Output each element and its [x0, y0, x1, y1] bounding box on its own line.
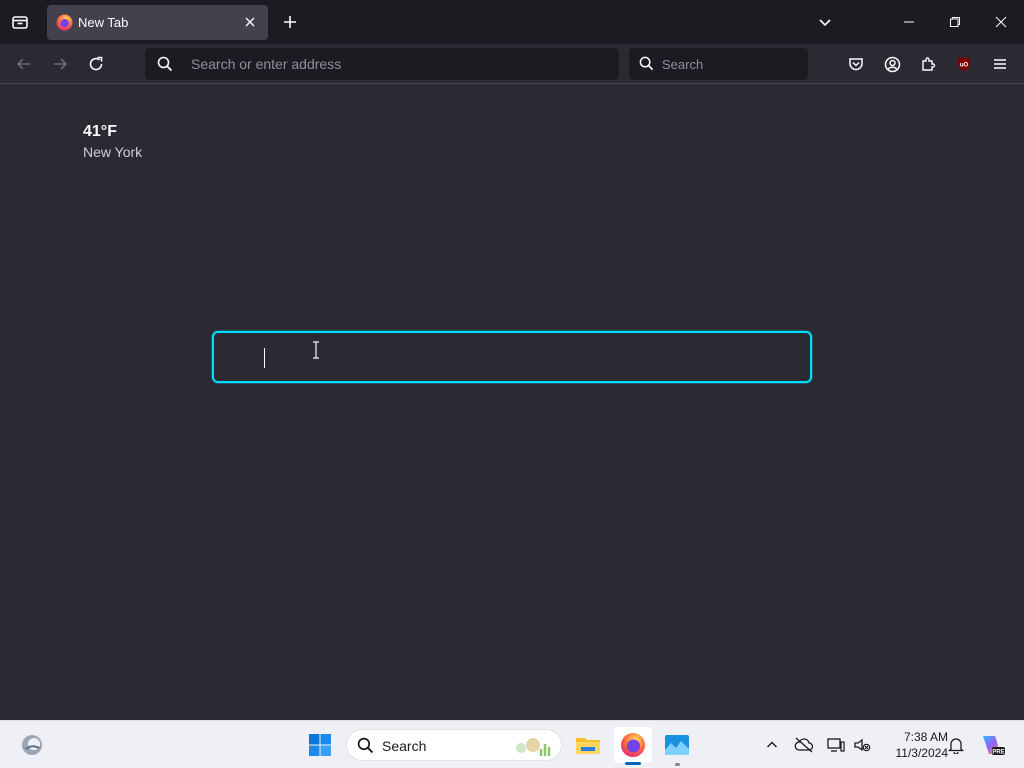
puzzle-icon[interactable] — [914, 50, 942, 78]
volume-muted-icon[interactable] — [850, 733, 874, 757]
plus-icon[interactable] — [277, 9, 303, 35]
firefox-taskbar-icon[interactable] — [615, 727, 651, 763]
active-app-indicator — [625, 762, 641, 765]
tab-tray-icon[interactable] — [5, 7, 35, 37]
window-close-icon[interactable] — [978, 0, 1024, 44]
search-highlight-icon — [511, 734, 555, 763]
search-icon — [157, 56, 173, 77]
content-search-box[interactable] — [212, 331, 812, 383]
chevron-down-icon[interactable] — [812, 9, 838, 35]
system-clock[interactable]: 7:38 AM 11/3/2024 — [878, 729, 949, 761]
close-icon[interactable] — [241, 13, 259, 31]
running-app-indicator — [675, 763, 680, 766]
chevron-up-icon[interactable] — [760, 733, 784, 757]
firefox-icon — [56, 14, 73, 31]
url-bar[interactable] — [145, 48, 619, 80]
restore-icon[interactable] — [932, 0, 978, 44]
weather-temperature: 41°F — [83, 123, 117, 140]
file-explorer-icon[interactable] — [570, 727, 606, 763]
account-icon[interactable] — [878, 50, 906, 78]
tab-title: New Tab — [78, 15, 129, 30]
tab-strip: New Tab — [0, 0, 1024, 44]
cloud-offline-icon[interactable] — [792, 733, 816, 757]
reload-icon[interactable] — [82, 50, 110, 78]
search-bar[interactable] — [629, 48, 808, 80]
taskbar-search-label: Search — [382, 738, 427, 754]
hamburger-icon[interactable] — [986, 50, 1014, 78]
minimize-icon[interactable] — [886, 0, 932, 44]
weather-location: New York — [83, 144, 143, 160]
clock-date: 11/3/2024 — [895, 746, 949, 760]
svg-text:uO: uO — [960, 63, 969, 69]
svg-text:PRE: PRE — [992, 750, 1004, 756]
arrow-right-icon[interactable] — [46, 50, 74, 78]
search-icon — [639, 56, 654, 76]
weather-widget[interactable]: 41°F New York — [83, 123, 142, 160]
arrow-left-icon[interactable] — [10, 50, 38, 78]
clock-time: 7:38 AM — [903, 730, 948, 744]
text-caret — [264, 348, 265, 368]
navigation-toolbar: uO — [0, 44, 1024, 84]
content-search-input[interactable] — [262, 333, 802, 381]
copilot-icon[interactable]: PRE — [974, 727, 1010, 763]
ublock-origin-icon[interactable]: uO — [950, 50, 978, 78]
tab-new-tab[interactable]: New Tab — [47, 5, 268, 40]
start-windows-icon[interactable] — [302, 727, 338, 763]
search-bar-input[interactable] — [660, 48, 800, 80]
pocket-icon[interactable] — [842, 50, 870, 78]
photos-app-icon[interactable] — [659, 727, 695, 763]
search-icon — [357, 737, 374, 759]
taskbar: Search 7:38 AM 11/3/2024 PRE — [0, 720, 1024, 768]
url-input[interactable] — [189, 48, 609, 80]
widgets-weather-icon[interactable] — [14, 727, 50, 763]
taskbar-search-box[interactable]: Search — [346, 729, 562, 761]
ibeam-cursor-icon — [310, 341, 322, 364]
network-icon[interactable] — [824, 733, 848, 757]
bell-icon[interactable] — [944, 733, 968, 757]
